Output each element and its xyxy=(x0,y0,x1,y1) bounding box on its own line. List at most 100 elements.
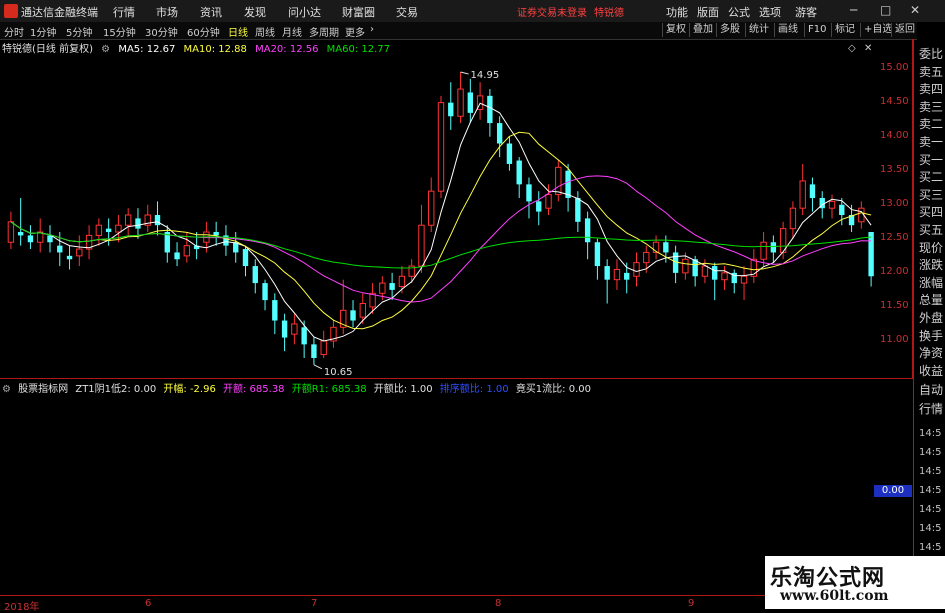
candle-body xyxy=(868,232,874,277)
user-name: 特锐德 xyxy=(594,8,624,19)
period-1min[interactable]: 1分钟 xyxy=(30,24,56,39)
candle xyxy=(125,208,132,236)
period-multi[interactable]: 多周期 xyxy=(309,24,339,39)
login-notice[interactable]: 证券交易未登录 xyxy=(517,4,587,19)
candle xyxy=(740,266,748,301)
candle-body xyxy=(496,123,503,144)
candle-body xyxy=(624,272,630,280)
candle xyxy=(27,225,34,250)
candle-body xyxy=(487,95,493,124)
candle xyxy=(828,194,836,219)
candle xyxy=(291,313,298,345)
toolbar-adjust[interactable]: 复权 xyxy=(662,23,689,37)
right-panel-label: 卖二 xyxy=(919,117,944,132)
right-panel-label: 净资 xyxy=(919,346,944,361)
candle-body xyxy=(809,184,816,198)
right-panel-label: 自动 xyxy=(919,383,944,397)
chart-close-icon[interactable]: ✕ xyxy=(864,43,872,54)
menu-item-trade[interactable]: 交易 xyxy=(396,4,418,20)
period-more[interactable]: 更多 xyxy=(345,24,365,39)
candle-body xyxy=(105,228,112,233)
top-menu-bar: 通达信金融终端 行情 市场 资讯 发现 问小达 财富圈 交易 证券交易未登录 特… xyxy=(0,0,945,23)
menu-item-wealth[interactable]: 财富圈 xyxy=(342,4,375,20)
candle-body xyxy=(262,283,268,301)
right-panel-time: 14:5 xyxy=(919,523,942,534)
date-year: 2018年 xyxy=(4,602,40,613)
right-panel-label: 卖四 xyxy=(919,82,944,97)
minimize-icon[interactable]: ─ xyxy=(850,3,857,17)
candle xyxy=(242,245,249,277)
candle xyxy=(652,235,660,260)
indicator-settings-icon[interactable]: ⚙ xyxy=(2,384,11,395)
toolbar-f10[interactable]: F10 xyxy=(804,23,829,37)
candle-body xyxy=(350,310,356,321)
candle-body xyxy=(301,327,307,345)
chevron-right-icon[interactable]: › xyxy=(370,24,374,35)
period-weekly[interactable]: 周线 xyxy=(255,24,275,39)
toolbar-stats[interactable]: 统计 xyxy=(745,23,772,37)
toolbar-mark[interactable]: 标记 xyxy=(831,23,858,37)
toolbar-multi-stock[interactable]: 多股 xyxy=(716,23,743,37)
toolbar-draw[interactable]: 画线 xyxy=(774,23,801,37)
candle xyxy=(555,160,562,202)
period-timeshare[interactable]: 分时 xyxy=(4,24,24,39)
period-5min[interactable]: 5分钟 xyxy=(66,24,92,39)
period-monthly[interactable]: 月线 xyxy=(282,24,302,39)
candle xyxy=(7,211,15,250)
right-panel-label: 买二 xyxy=(919,170,944,185)
right-panel-time: 14:5 xyxy=(919,428,942,439)
candle xyxy=(721,266,728,290)
close-icon[interactable]: ✕ xyxy=(910,3,920,17)
menu-item-quotes[interactable]: 行情 xyxy=(113,4,135,20)
menu-item-guest[interactable]: 游客 xyxy=(795,4,817,20)
menu-item-layout[interactable]: 版面 xyxy=(697,4,719,20)
annotation-pointer xyxy=(313,364,323,370)
menu-item-market[interactable]: 市场 xyxy=(156,4,178,20)
candle-body xyxy=(663,242,669,253)
indicator-name: 股票指标网 xyxy=(18,384,69,395)
candle-body xyxy=(457,88,464,117)
candle-body xyxy=(760,241,767,260)
menu-item-discover[interactable]: 发现 xyxy=(244,4,266,20)
period-daily[interactable]: 日线 xyxy=(228,24,248,39)
candle-body xyxy=(125,214,132,226)
candle xyxy=(584,211,591,260)
candle-body xyxy=(389,283,395,290)
candle-body xyxy=(536,201,542,212)
right-panel-time: 14:5 xyxy=(919,542,942,553)
candle xyxy=(95,218,103,246)
right-panel-label: 外盘 xyxy=(919,311,944,325)
period-60min[interactable]: 60分钟 xyxy=(187,24,220,39)
menu-item-formula[interactable]: 公式 xyxy=(728,4,750,20)
period-15min[interactable]: 15分钟 xyxy=(103,24,136,39)
candlestick-chart[interactable]: 14.95 10.65 xyxy=(0,55,880,375)
menu-item-function[interactable]: 功能 xyxy=(666,4,688,20)
candle-body xyxy=(281,320,288,338)
right-panel-label: 卖三 xyxy=(919,99,944,114)
candle xyxy=(809,177,816,212)
menu-item-options[interactable]: 选项 xyxy=(759,4,781,20)
date-month-7: 7 xyxy=(311,598,318,609)
annotation-pointer xyxy=(460,71,469,75)
candle xyxy=(487,89,493,137)
toolbar-overlay[interactable]: 叠加 xyxy=(689,23,716,37)
indicator-jingmai: 竟买1流比: 0.00 xyxy=(515,384,591,395)
candle xyxy=(496,116,503,158)
chart-expand-icon[interactable]: ◇ xyxy=(848,43,856,54)
annotation-label: 10.65 xyxy=(324,367,353,375)
period-30min[interactable]: 30分钟 xyxy=(145,24,178,39)
candle xyxy=(174,242,180,267)
maximize-icon[interactable]: □ xyxy=(880,3,891,17)
candle xyxy=(17,197,24,246)
indicator-paiming: 排序额比: 1.00 xyxy=(439,384,509,395)
right-panel-label: 涨幅 xyxy=(919,275,944,290)
candle xyxy=(575,191,581,233)
menu-item-news[interactable]: 资讯 xyxy=(200,4,222,20)
menu-item-ask[interactable]: 问小达 xyxy=(288,4,321,20)
candle-body xyxy=(740,275,748,284)
candle-body xyxy=(66,255,73,260)
candle xyxy=(437,95,445,198)
candle-body xyxy=(721,272,728,281)
y-tick-label: 15.00 xyxy=(880,61,909,73)
toolbar-back[interactable]: 返回 xyxy=(891,23,918,37)
